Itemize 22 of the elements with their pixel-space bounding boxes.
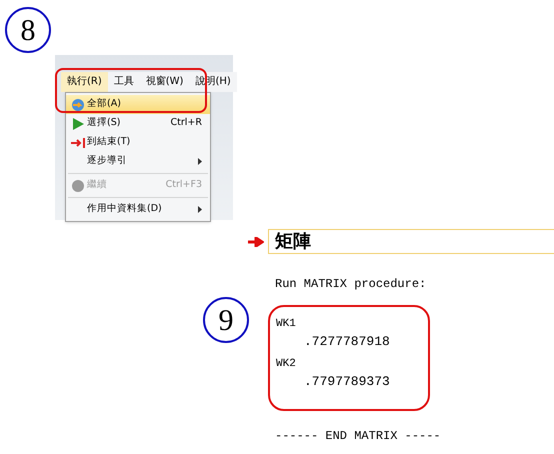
intro-text: Run MATRIX procedure: bbox=[275, 276, 426, 293]
step-marker: 9 bbox=[203, 297, 249, 343]
result-value: .7797789373 bbox=[303, 373, 391, 391]
output-heading: 矩陣 bbox=[268, 229, 554, 254]
shortcut-text: Ctrl+F3 bbox=[166, 178, 202, 192]
play-icon bbox=[72, 118, 84, 130]
circle-icon bbox=[72, 180, 84, 192]
menu-item[interactable]: 選擇(S) Ctrl+R bbox=[66, 114, 210, 133]
step-marker: 8 bbox=[5, 7, 51, 53]
menu-bar-item[interactable]: 視窗(W) bbox=[140, 72, 190, 92]
footer-text: ------ END MATRIX ----- bbox=[275, 428, 441, 445]
menu-item[interactable]: 逐步導引 bbox=[66, 152, 210, 171]
result-value: .7277787918 bbox=[303, 333, 391, 351]
arrow-icon bbox=[248, 236, 264, 246]
arrow-to-bar-icon bbox=[71, 138, 85, 148]
menu-item[interactable]: 到結束(T) bbox=[66, 133, 210, 152]
menu-item[interactable]: 作用中資料集(D) bbox=[66, 200, 210, 219]
menu-bar-item[interactable]: 執行(R) bbox=[61, 72, 108, 92]
result-name: WK2 bbox=[276, 357, 297, 372]
result-name: WK1 bbox=[276, 317, 297, 332]
shortcut-text: Ctrl+R bbox=[170, 116, 202, 130]
menu-bar-item[interactable]: 工具 bbox=[108, 72, 140, 92]
